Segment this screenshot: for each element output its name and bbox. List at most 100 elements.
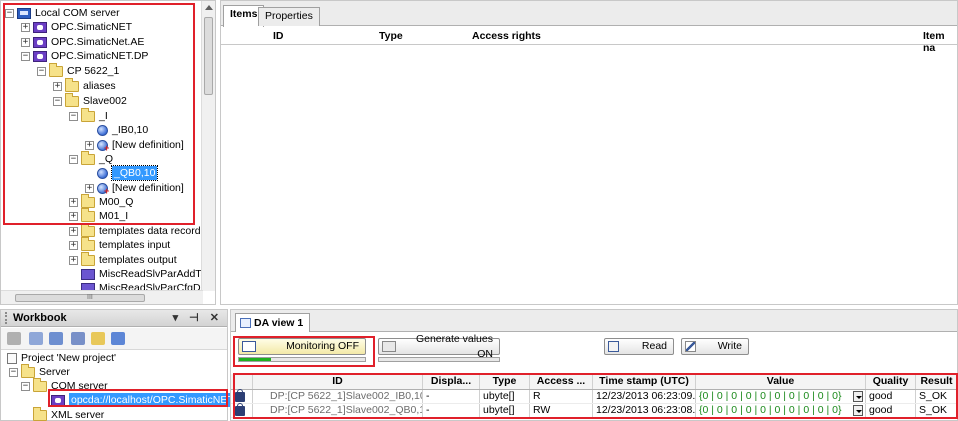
expand-icon[interactable]: + <box>21 37 30 47</box>
tab-properties[interactable]: Properties <box>258 7 320 26</box>
da-view-panel: DA view 1 Monitoring OFF Generate values… <box>230 309 958 421</box>
tree-item-m01-i[interactable]: + M01_I <box>69 207 129 223</box>
collapse-icon[interactable]: − <box>5 8 14 18</box>
tree-item-input-folder[interactable]: − _I <box>69 107 108 123</box>
collapse-icon[interactable]: − <box>69 154 78 164</box>
value-dropdown-icon[interactable] <box>853 405 863 416</box>
tree-item-cp-5622[interactable]: − CP 5622_1 <box>37 62 119 78</box>
cell-id: DP:[CP 5622_1]Slave002_IB0,10 <box>252 390 422 403</box>
add-item-icon[interactable] <box>111 332 125 345</box>
table-row[interactable]: DP:[CP 5622_1]Slave002_QB0,10 - ubyte[] … <box>231 403 957 418</box>
folder-icon <box>81 207 95 222</box>
monitoring-toggle-button[interactable]: Monitoring OFF <box>238 338 366 355</box>
tree-item-aliases[interactable]: + aliases <box>53 77 116 93</box>
expand-icon[interactable]: + <box>53 81 62 91</box>
collapse-icon[interactable]: − <box>53 96 62 106</box>
tree-item-label: OPC.SimaticNET.DP <box>51 50 149 62</box>
column-item-name[interactable]: Item na <box>923 30 957 54</box>
cell-quality: good <box>865 390 915 403</box>
generate-values-button[interactable]: Generate values ON <box>378 333 500 360</box>
expand-icon[interactable]: + <box>69 211 78 221</box>
tree-item-label: Local COM server <box>35 7 120 19</box>
tree-item-opc-simaticnet[interactable]: + OPC.SimaticNET <box>21 20 132 34</box>
tree-horizontal-scrollbar[interactable]: III <box>1 290 203 304</box>
add-folder-icon[interactable] <box>91 332 105 345</box>
button-label: Read <box>641 340 667 352</box>
column-id[interactable]: ID <box>252 374 422 389</box>
collapse-icon[interactable]: − <box>9 367 18 377</box>
tree-item-opcda-server[interactable]: opcda://localhost/OPC.SimaticNET <box>51 393 236 407</box>
tab-label: DA view 1 <box>254 316 304 329</box>
tree-item-slave002[interactable]: − Slave002 <box>53 92 127 108</box>
read-button[interactable]: Read <box>604 338 674 355</box>
column-access-rights[interactable]: Access rights <box>472 30 541 42</box>
cell-display: - <box>422 390 479 403</box>
cell-value[interactable]: {0 | 0 | 0 | 0 | 0 | 0 | 0 | 0 | 0 | 0} <box>695 404 853 417</box>
drag-grip-icon[interactable] <box>5 312 9 324</box>
workbook-title: Workbook <box>13 312 67 324</box>
collapse-icon[interactable]: − <box>37 66 46 76</box>
tree-item-opc-simaticnet-ae[interactable]: + OPC.SimaticNet.AE <box>21 35 144 49</box>
column-id[interactable]: ID <box>273 30 284 42</box>
expand-icon[interactable]: + <box>21 22 30 32</box>
column-type[interactable]: Type <box>479 374 529 389</box>
expand-icon[interactable]: + <box>69 226 78 236</box>
tree-item-label: XML server <box>51 409 105 421</box>
column-type[interactable]: Type <box>379 30 403 42</box>
tree-item-new-definition[interactable]: + [New definition] <box>85 138 184 153</box>
expand-icon[interactable]: + <box>69 255 78 265</box>
workbook-titlebar: Workbook ▾ ⊣ ✕ <box>1 310 227 327</box>
column-access[interactable]: Access ... <box>529 374 592 389</box>
column-display[interactable]: Displa... <box>422 374 479 389</box>
tree-item-xml-server[interactable]: XML server <box>33 406 105 421</box>
tree-item-templates-output[interactable]: + templates output <box>69 251 177 267</box>
collapse-icon[interactable]: − <box>69 111 78 121</box>
collapse-icon[interactable]: − <box>21 381 30 391</box>
write-button[interactable]: Write <box>681 338 749 355</box>
expand-icon[interactable]: + <box>85 183 94 193</box>
tree-item-qb0-10[interactable]: _QB0,10 <box>85 165 159 181</box>
tree-item-com-server[interactable]: − COM server <box>21 377 108 393</box>
item-icon <box>97 124 108 136</box>
lock-icon <box>235 403 245 416</box>
tree-item-m00-q[interactable]: + M00_Q <box>69 193 133 209</box>
scroll-up-icon[interactable] <box>205 5 213 10</box>
tree-item-output-folder[interactable]: − _Q <box>69 150 113 166</box>
tree-item-templates-input[interactable]: + templates input <box>69 236 170 252</box>
generate-progress-bar <box>378 357 500 362</box>
table-row[interactable]: DP:[CP 5622_1]Slave002_IB0,10 - ubyte[] … <box>231 389 957 404</box>
add-group-icon[interactable] <box>71 332 85 345</box>
scrollbar-thumb[interactable] <box>204 17 213 95</box>
panel-controls[interactable]: ▾ ⊣ ✕ <box>173 311 223 324</box>
folder-icon <box>65 77 79 92</box>
expand-icon[interactable]: + <box>69 197 78 207</box>
tab-da-view-1[interactable]: DA view 1 <box>235 313 311 332</box>
tree-item-label: Server <box>39 366 70 378</box>
expand-icon[interactable]: + <box>85 140 94 150</box>
scrollbar-thumb[interactable] <box>15 294 145 302</box>
tree-item-label: _QB0,10 <box>110 165 159 181</box>
cell-result: S_OK <box>915 390 957 403</box>
tree-item-misc-read-slv-par-add-tab[interactable]: MiscReadSlvParAddTab <box>69 267 212 281</box>
tree-item-ib0-10[interactable]: _IB0,10 <box>85 123 148 137</box>
add-server-icon[interactable] <box>29 332 43 345</box>
value-dropdown-icon[interactable] <box>853 391 863 402</box>
project-icon <box>7 352 17 364</box>
progress-fill <box>239 358 271 361</box>
connect-icon[interactable] <box>49 332 63 345</box>
collapse-icon[interactable]: − <box>21 51 30 61</box>
column-timestamp[interactable]: Time stamp (UTC) <box>592 374 695 389</box>
tree-item-label: M01_I <box>99 210 129 222</box>
column-value[interactable]: Value <box>695 374 865 389</box>
column-result[interactable]: Result <box>915 374 957 389</box>
opc-server-tree[interactable]: − Local COM server + OPC.SimaticNET + OP… <box>0 0 216 305</box>
tree-item-opc-simaticnet-dp[interactable]: − OPC.SimaticNET.DP <box>21 49 148 63</box>
expand-icon[interactable]: + <box>69 240 78 250</box>
tree-item-label: [New definition] <box>112 182 184 194</box>
tree-vertical-scrollbar[interactable] <box>201 1 215 291</box>
tree-item-local-com-server[interactable]: − Local COM server <box>5 6 120 20</box>
da-tabstrip: DA view 1 <box>231 310 957 332</box>
column-quality[interactable]: Quality <box>865 374 915 389</box>
tree-item-new-definition[interactable]: + [New definition] <box>85 181 184 196</box>
cell-value[interactable]: {0 | 0 | 0 | 0 | 0 | 0 | 0 | 0 | 0 | 0} <box>695 390 853 403</box>
